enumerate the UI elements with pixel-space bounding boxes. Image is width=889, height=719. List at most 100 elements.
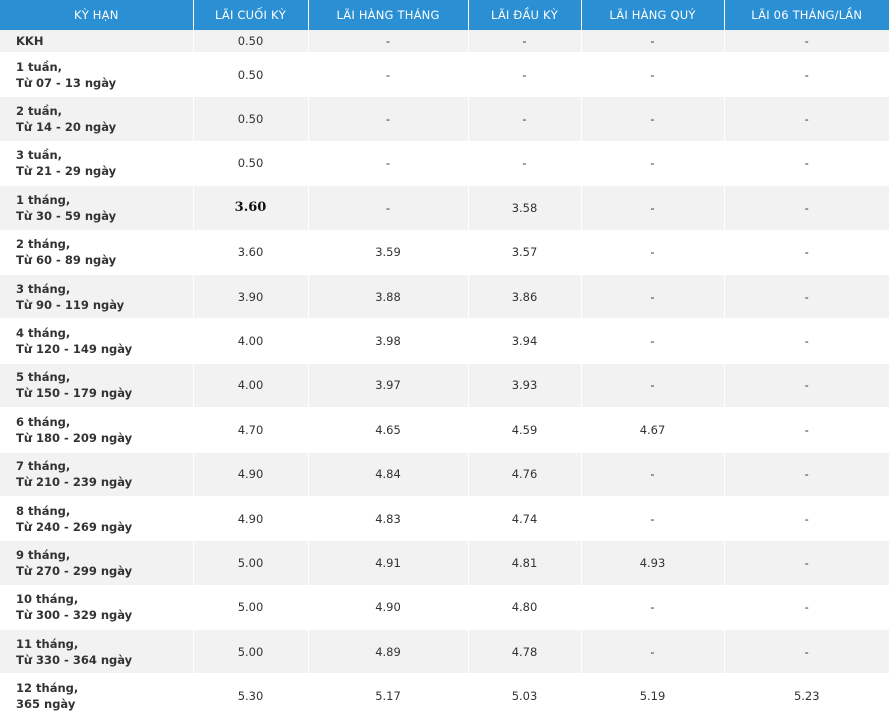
term-days-range: Từ 180 - 209 ngày [16,430,133,445]
table-row: 1 tuần, Từ 07 - 13 ngày 0.50- - - - [0,52,889,98]
monthly-rate: - [308,141,469,187]
table-row: KKH 0.50- - - - [0,30,889,53]
semiannual-rate: - [724,30,889,53]
term-days-range: Từ 14 - 20 ngày [16,120,117,135]
monthly-rate: - [308,96,469,142]
term-label: 8 tháng, [16,503,71,518]
table-row: 1 tháng, Từ 30 - 59 ngày 3.60-3.58- - [0,185,889,231]
term-label: 7 tháng, [16,459,71,474]
upfront-rate: - [468,96,582,142]
term-label: 3 tuần, [16,148,63,163]
semiannual-rate: - [724,363,889,409]
end-of-term-rate: 4.70 [193,407,309,453]
term-cell: 12 tháng, 365 ngày [0,673,194,719]
monthly-rate: 3.97 [308,363,469,409]
header-term: KỲ HẠN [0,0,194,30]
monthly-rate: 5.17 [308,673,469,719]
end-of-term-rate: 4.00 [193,318,309,364]
quarterly-rate: - [581,185,725,231]
semiannual-rate: - [724,52,889,98]
term-cell: 1 tuần, Từ 07 - 13 ngày [0,52,194,98]
term-label: 2 tháng, [16,237,71,252]
term-days-range: Từ 210 - 239 ngày [16,475,133,490]
quarterly-rate: - [581,452,725,497]
table-row: 2 tuần, Từ 14 - 20 ngày 0.50- - - - [0,96,889,142]
quarterly-rate: - [581,585,725,631]
monthly-rate: 4.84 [308,452,469,497]
quarterly-rate: - [581,318,725,364]
semiannual-rate: - [724,230,889,275]
term-days-range: Từ 240 - 269 ngày [16,519,133,534]
end-of-term-rate: 5.00 [193,629,309,675]
header-quarterly: LÃI HÀNG QUÝ [581,0,725,30]
table-body: KKH 0.50- - - -1 tuần, Từ 07 - 13 ngày 0.50- - -… [0,30,889,719]
term-cell: 4 tháng, Từ 120 - 149 ngày [0,318,194,364]
table-row: 5 tháng, Từ 150 - 179 ngày 4.00 3.97 3.93- - [0,363,889,409]
quarterly-rate: 4.67 [581,407,725,453]
term-cell: 2 tuần, Từ 14 - 20 ngày [0,96,194,142]
monthly-rate: - [308,52,469,98]
upfront-rate: 3.58 [468,185,582,231]
term-cell: 6 tháng, Từ 180 - 209 ngày [0,407,194,453]
term-cell: 2 tháng, Từ 60 - 89 ngày [0,230,194,275]
upfront-rate: 4.80 [468,585,582,631]
table-header: KỲ HẠN LÃI CUỐI KỲ LÃI HÀNG THÁNG LÃI ĐẦ… [0,0,889,30]
term-days-range: Từ 30 - 59 ngày [16,208,117,223]
term-days-range: Từ 270 - 299 ngày [16,563,133,578]
quarterly-rate: - [581,363,725,409]
semiannual-rate: - [724,185,889,231]
upfront-rate: 4.74 [468,496,582,542]
quarterly-rate: 5.19 [581,673,725,719]
term-days-range: Từ 330 - 364 ngày [16,652,133,667]
monthly-rate: - [308,185,469,231]
term-cell: KKH [0,30,194,53]
table-row: 9 tháng, Từ 270 - 299 ngày 5.00 4.91 4.81 4.9… [0,540,889,586]
table-row: 4 tháng, Từ 120 - 149 ngày 4.00 3.98 3.94- - [0,318,889,364]
semiannual-rate: - [724,496,889,542]
term-cell: 7 tháng, Từ 210 - 239 ngày [0,452,194,497]
monthly-rate: 4.89 [308,629,469,675]
end-of-term-rate: 0.50 [193,96,309,142]
term-cell: 9 tháng, Từ 270 - 299 ngày [0,540,194,586]
quarterly-rate: 4.93 [581,540,725,586]
semiannual-rate: - [724,141,889,187]
upfront-rate: 4.81 [468,540,582,586]
interest-rate-table: KỲ HẠN LÃI CUỐI KỲ LÃI HÀNG THÁNG LÃI ĐẦ… [0,0,889,719]
header-end-of-term: LÃI CUỐI KỲ [193,0,309,30]
monthly-rate: 3.98 [308,318,469,364]
end-of-term-rate: 5.00 [193,585,309,631]
semiannual-rate: - [724,629,889,675]
term-cell: 10 tháng, Từ 300 - 329 ngày [0,585,194,631]
quarterly-rate: - [581,141,725,187]
term-days-range: Từ 60 - 89 ngày [16,253,117,268]
semiannual-rate: - [724,96,889,142]
upfront-rate: 4.78 [468,629,582,675]
monthly-rate: 4.91 [308,540,469,586]
monthly-rate: 4.65 [308,407,469,453]
term-label: KKH [16,34,44,48]
monthly-rate: 3.88 [308,274,469,320]
term-days-range: Từ 21 - 29 ngày [16,164,117,179]
quarterly-rate: - [581,96,725,142]
term-days-range: Từ 90 - 119 ngày [16,297,125,312]
table-row: 6 tháng, Từ 180 - 209 ngày 4.70 4.65 4.59 4.6… [0,407,889,453]
term-label: 5 tháng, [16,370,71,385]
term-cell: 3 tuần, Từ 21 - 29 ngày [0,141,194,187]
term-days-range: 365 ngày [16,697,76,712]
term-label: 6 tháng, [16,414,71,429]
term-label: 11 tháng, [16,636,79,651]
semiannual-rate: - [724,540,889,586]
monthly-rate: 3.59 [308,230,469,275]
term-days-range: Từ 07 - 13 ngày [16,75,117,90]
upfront-rate: - [468,141,582,187]
quarterly-rate: - [581,496,725,542]
header-semiannual: LÃI 06 THÁNG/LẦN [724,0,889,30]
upfront-rate: 5.03 [468,673,582,719]
term-label: 4 tháng, [16,326,71,341]
semiannual-rate: - [724,274,889,320]
header-row: KỲ HẠN LÃI CUỐI KỲ LÃI HÀNG THÁNG LÃI ĐẦ… [0,0,889,30]
end-of-term-rate: 5.30 [193,673,309,719]
table-row: 3 tháng, Từ 90 - 119 ngày 3.90 3.88 3.86- - [0,274,889,320]
semiannual-rate: - [724,407,889,453]
term-days-range: Từ 120 - 149 ngày [16,342,133,357]
